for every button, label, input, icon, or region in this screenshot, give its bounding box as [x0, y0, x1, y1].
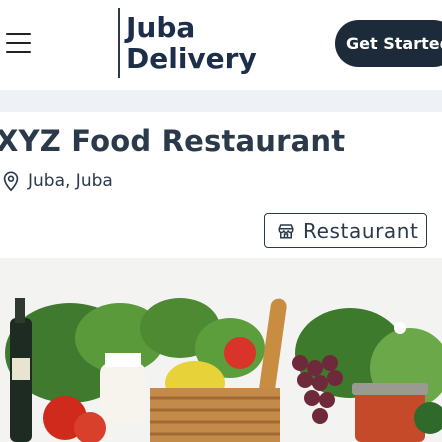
restaurant-photo [0, 258, 442, 442]
restaurant-title: XYZ Food Restaurant [0, 124, 346, 158]
hamburger-menu-icon[interactable] [6, 31, 32, 53]
storefront-icon [278, 223, 294, 238]
get-started-button[interactable]: Get Started [335, 20, 442, 67]
brand-line-1: Juba [126, 11, 196, 44]
brand-line-2: Delivery [126, 42, 257, 75]
category-badge[interactable]: Restaurant [264, 213, 427, 248]
header-divider-band [0, 90, 442, 112]
location-text: Juba, Juba [28, 171, 113, 191]
restaurant-location: Juba, Juba [0, 169, 113, 193]
brand-logo[interactable]: Juba Delivery [126, 12, 257, 74]
map-pin-icon [3, 171, 19, 192]
logo-divider [118, 8, 120, 78]
category-label: Restaurant [303, 218, 419, 243]
header: Juba Delivery Get Started [0, 0, 442, 90]
